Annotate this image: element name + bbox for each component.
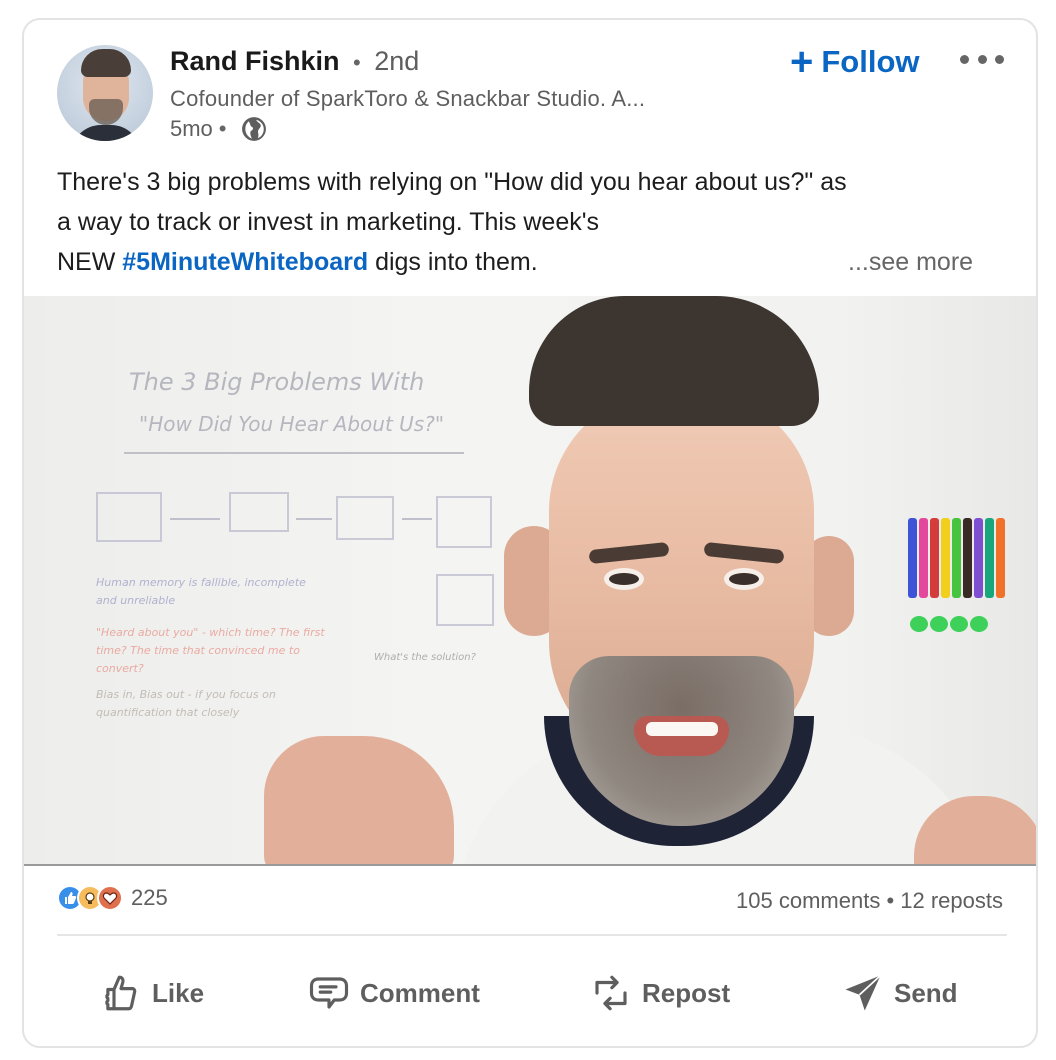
comments-count[interactable]: 105 comments <box>736 888 880 913</box>
post-card: Rand Fishkin • 2nd Cofounder of SparkTor… <box>22 18 1038 1048</box>
post-time: 5mo <box>170 116 213 141</box>
reaction-count: 225 <box>131 885 168 910</box>
whiteboard-box <box>436 496 492 548</box>
post-text-fragment: digs into them. <box>368 248 538 276</box>
like-label: Like <box>152 977 205 1008</box>
whiteboard-box <box>96 492 162 542</box>
marker <box>930 518 939 598</box>
reposts-count[interactable]: 12 reposts <box>900 888 1003 913</box>
author-name[interactable]: Rand Fishkin <box>170 46 340 76</box>
whiteboard-underline <box>124 452 464 454</box>
whiteboard-box <box>229 492 289 532</box>
divider <box>57 934 1007 936</box>
whiteboard-box <box>436 574 494 626</box>
magnet <box>910 616 928 632</box>
plus-icon: + <box>790 40 814 84</box>
whiteboard-item-3: Bias in, Bias out - if you focus on quan… <box>96 688 276 719</box>
engagement-counts: 105 comments • 12 reposts <box>736 888 1003 914</box>
thumbs-up-icon <box>105 975 137 1011</box>
whiteboard-item-2: "Heard about you" - which time? The firs… <box>96 626 325 675</box>
marker <box>908 518 917 598</box>
whiteboard-box <box>336 496 394 540</box>
post-text-fragment: NEW <box>57 248 123 276</box>
magnet <box>950 616 968 632</box>
marker <box>974 518 983 598</box>
whiteboard-solution: What's the solution? <box>374 652 476 663</box>
whiteboard-title: The 3 Big Problems With <box>129 368 425 396</box>
post-actions-bar: Like Comment Repost Send <box>24 955 1036 1035</box>
globe-icon <box>241 117 266 141</box>
magnet <box>970 616 988 632</box>
author-name-line: Rand Fishkin • 2nd <box>170 46 419 77</box>
comment-button[interactable]: Comment <box>308 965 480 1021</box>
follow-label: Follow <box>821 44 920 79</box>
whiteboard-subtitle: "How Did You Hear About Us?" <box>139 412 445 436</box>
comment-label: Comment <box>360 977 480 1008</box>
separator-dot: • <box>353 50 361 75</box>
hashtag-link[interactable]: #5MinuteWhiteboard <box>122 248 368 276</box>
connection-degree: 2nd <box>374 46 420 76</box>
comment-icon <box>309 977 349 1009</box>
magnet <box>930 616 948 632</box>
whiteboard-arrow <box>170 518 220 520</box>
send-label: Send <box>894 977 958 1008</box>
marker <box>963 518 972 598</box>
marker <box>941 518 950 598</box>
whiteboard-item-1: Human memory is fallible, incomplete and… <box>96 576 306 607</box>
follow-button[interactable]: + Follow <box>790 42 920 82</box>
post-text-line: a way to track or invest in marketing. T… <box>57 208 600 236</box>
whiteboard-arrow <box>296 518 332 520</box>
see-more-button[interactable]: ...see more <box>848 242 973 282</box>
repost-icon <box>595 975 627 1011</box>
presenter-hand <box>264 736 454 864</box>
post-meta: 5mo • <box>170 116 267 142</box>
marker <box>985 518 994 598</box>
post-text-line: There's 3 big problems with relying on "… <box>57 168 847 196</box>
separator-dot: • <box>880 888 901 913</box>
ellipsis-icon[interactable] <box>960 52 1004 66</box>
reactions-summary[interactable]: 225 <box>57 885 168 911</box>
like-button[interactable]: Like <box>100 965 204 1021</box>
send-button[interactable]: Send <box>842 965 958 1021</box>
presenter-eye <box>604 568 644 590</box>
marker <box>919 518 928 598</box>
send-icon <box>845 974 882 1011</box>
whiteboard-arrow <box>402 518 432 520</box>
presenter-teeth <box>646 722 718 736</box>
repost-label: Repost <box>642 977 731 1008</box>
marker <box>996 518 1005 598</box>
separator-dot: • <box>218 116 227 141</box>
love-reaction-icon <box>97 885 123 911</box>
video-player[interactable]: The 3 Big Problems With "How Did You Hea… <box>24 296 1036 866</box>
presenter-hair <box>529 296 819 426</box>
author-avatar[interactable] <box>57 45 153 141</box>
marker <box>952 518 961 598</box>
presenter-eye <box>724 568 764 590</box>
author-headline: Cofounder of SparkToro & Snackbar Studio… <box>170 86 646 111</box>
repost-button[interactable]: Repost <box>590 965 730 1021</box>
